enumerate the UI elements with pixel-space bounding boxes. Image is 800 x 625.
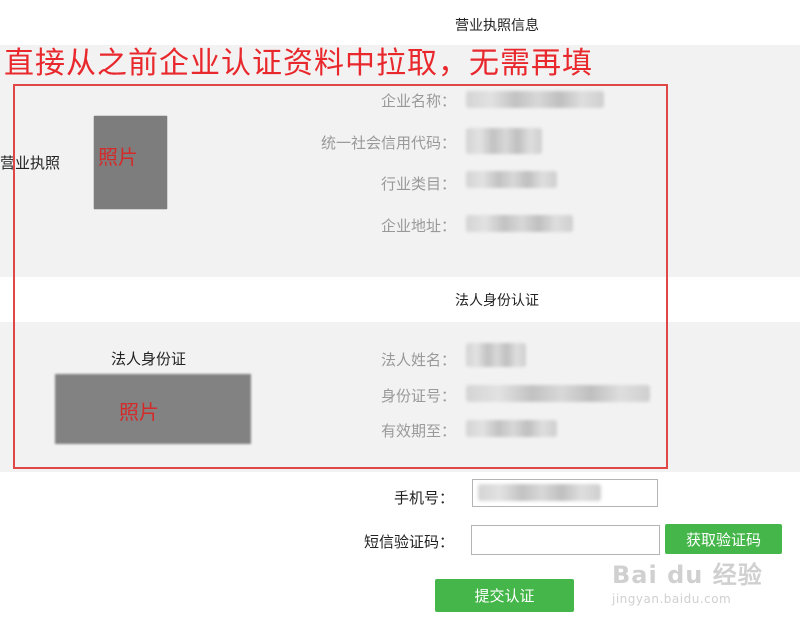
annotation-frame	[13, 84, 668, 469]
phone-label: 手机号：	[393, 489, 454, 507]
license-section-title: 营业执照信息	[455, 18, 539, 34]
watermark: Bai du 经验 jingyan.baidu.com	[612, 555, 763, 606]
sms-code-input[interactable]	[471, 525, 660, 555]
phone-value	[478, 484, 601, 501]
submit-button[interactable]: 提交认证	[435, 579, 574, 612]
watermark-main: Bai du 经验	[612, 561, 763, 589]
annotation-text: 直接从之前企业认证资料中拉取，无需再填	[4, 46, 593, 81]
sms-code-label: 短信验证码：	[363, 533, 454, 551]
get-code-button[interactable]: 获取验证码	[665, 524, 782, 554]
watermark-sub: jingyan.baidu.com	[612, 592, 732, 606]
